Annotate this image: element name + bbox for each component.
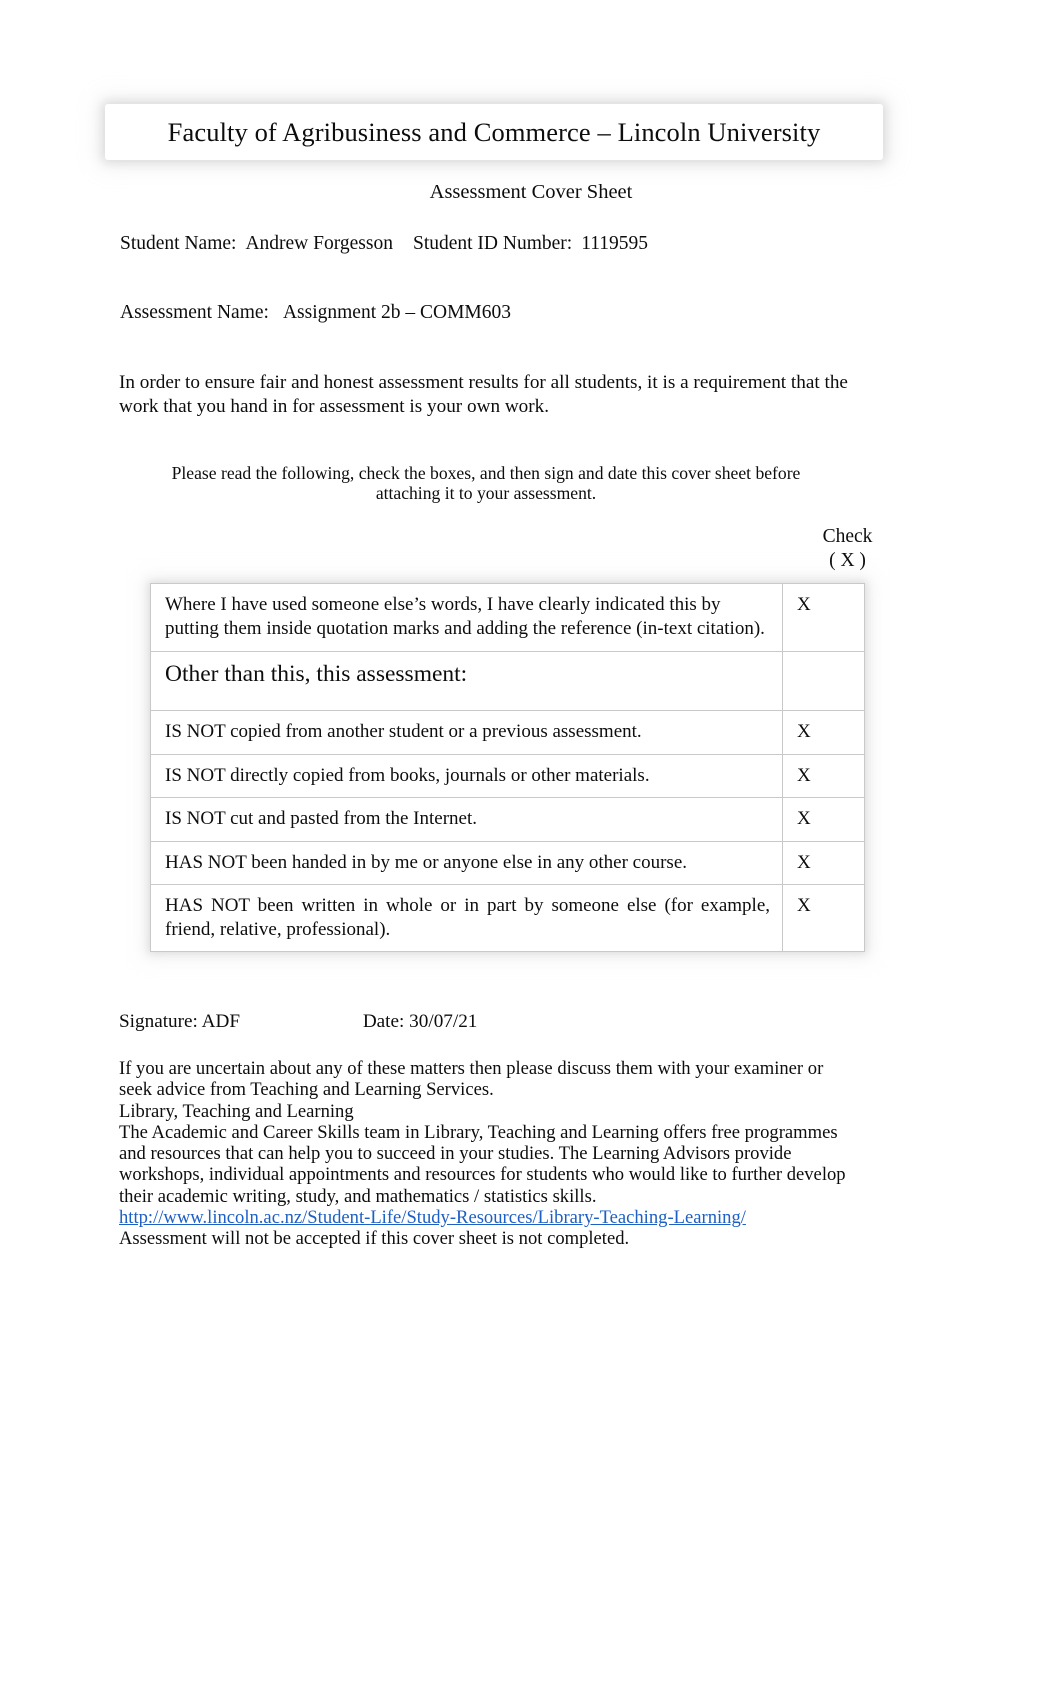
check-header-line-1: Check (822, 526, 873, 547)
declaration-checkbox-cell[interactable] (782, 651, 865, 711)
declaration-statement: IS NOT cut and pasted from the Internet. (149, 797, 784, 842)
declaration-checkbox-cell[interactable]: X (782, 797, 865, 842)
date-label: Date: (362, 1011, 405, 1032)
student-name-value: Andrew Forgesson (245, 233, 393, 254)
table-row: Where I have used someone else’s words, … (149, 583, 865, 652)
cover-sheet-page: Faculty of Agribusiness and Commerce – L… (0, 0, 1062, 1691)
footer-line-1: If you are uncertain about any of these … (119, 1058, 824, 1101)
footer-line-4: Assessment will not be accepted if this … (119, 1228, 630, 1250)
declaration-statement: HAS NOT been written in whole or in part… (149, 884, 784, 952)
declaration-table-body: Where I have used someone else’s words, … (149, 583, 865, 952)
page-title: Faculty of Agribusiness and Commerce – L… (167, 116, 821, 147)
footer-notes: If you are uncertain about any of these … (119, 1058, 859, 1250)
declaration-checkbox-cell[interactable]: X (782, 884, 865, 952)
table-row: HAS NOT been handed in by me or anyone e… (149, 840, 865, 885)
signature-row: Signature: ADF Date: 30/07/21 (119, 1011, 819, 1033)
declaration-statement: IS NOT directly copied from books, journ… (149, 753, 784, 798)
student-id-label: Student ID Number: (412, 233, 573, 254)
assessment-name-label: Assessment Name: (120, 302, 269, 323)
footer-line-3: The Academic and Career Skills team in L… (119, 1121, 846, 1207)
instruction-text: Please read the following, check the box… (171, 463, 801, 503)
check-column-header: Check ( X ) (790, 525, 905, 573)
declaration-table-wrapper: Where I have used someone else’s words, … (149, 583, 865, 952)
integrity-statement: In order to ensure fair and honest asses… (119, 372, 848, 417)
student-id-value: 1119595 (581, 233, 649, 254)
date-group: Date: 30/07/21 (363, 1011, 478, 1033)
check-header-line-2: ( X ) (829, 550, 866, 571)
declaration-checkbox-cell[interactable]: X (782, 840, 865, 885)
table-row: IS NOT copied from another student or a … (149, 710, 865, 755)
student-name-label: Student Name: (120, 233, 237, 254)
table-row: IS NOT directly copied from books, journ… (149, 753, 865, 798)
signature-label: Signature: (119, 1011, 198, 1032)
table-row: Other than this, this assessment: (149, 651, 865, 711)
declaration-checkbox-cell[interactable]: X (782, 753, 865, 798)
declaration-statement: HAS NOT been handed in by me or anyone e… (149, 840, 784, 885)
assessment-info-line: Assessment Name: Assignment 2b – COMM603 (120, 302, 511, 324)
signature-value[interactable]: ADF (202, 1011, 240, 1032)
library-teaching-learning-link[interactable]: http://www.lincoln.ac.nz/Student-Life/St… (119, 1207, 746, 1228)
table-row: IS NOT cut and pasted from the Internet.… (149, 797, 865, 842)
declaration-statement: Other than this, this assessment: (149, 651, 784, 711)
student-info-line: Student Name: Andrew Forgesson Student ID … (120, 233, 648, 255)
date-value[interactable]: 30/07/21 (409, 1011, 477, 1032)
footer-line-2: Library, Teaching and Learning (119, 1100, 354, 1122)
assessment-name-value: Assignment 2b – COMM603 (282, 302, 511, 323)
declaration-checkbox-cell[interactable]: X (782, 710, 865, 755)
declaration-statement: Where I have used someone else’s words, … (149, 583, 784, 652)
table-row: HAS NOT been written in whole or in part… (149, 884, 865, 952)
declaration-statement: IS NOT copied from another student or a … (149, 710, 784, 755)
page-subtitle: Assessment Cover Sheet (429, 181, 633, 203)
declaration-table: Where I have used someone else’s words, … (149, 583, 865, 952)
declaration-checkbox-cell[interactable]: X (782, 583, 865, 652)
